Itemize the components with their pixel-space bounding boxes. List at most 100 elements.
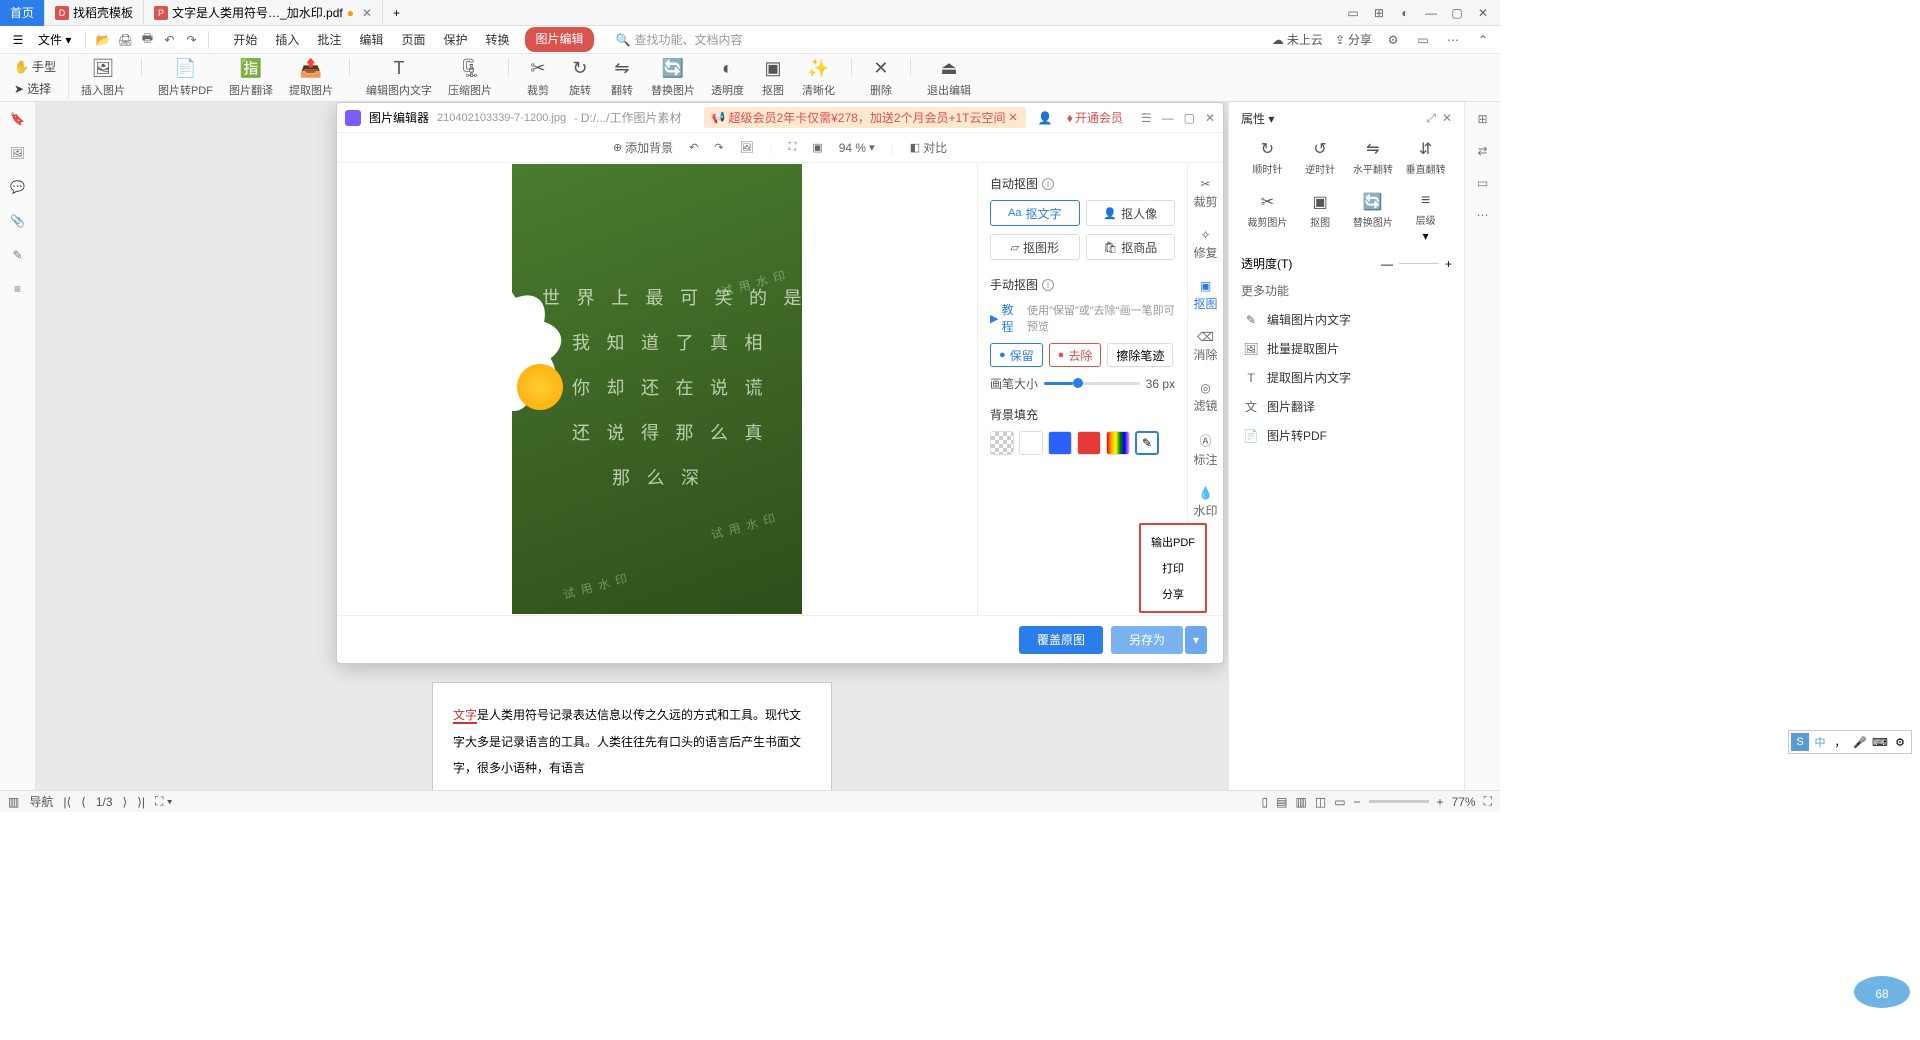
cutout-product-button[interactable]: 🛍 抠商品 [1086, 234, 1176, 260]
zoom-value[interactable]: 77% [1452, 795, 1476, 809]
nav-label[interactable]: 导航 [29, 793, 53, 810]
saveas-dropdown-toggle[interactable]: ▾ [1185, 626, 1207, 654]
close-icon[interactable]: ✕ [1474, 4, 1492, 22]
first-page-button[interactable]: |⟨ [63, 795, 71, 809]
layout-icon[interactable]: ▭ [1344, 4, 1362, 22]
redo-button[interactable]: ↷ [714, 141, 723, 154]
swatch-white[interactable] [1019, 431, 1043, 455]
replace-image-button[interactable]: 🔄替换图片 [1347, 188, 1400, 247]
dd-share[interactable]: 分享 [1141, 581, 1205, 607]
select-tool[interactable]: ➤选择 [10, 78, 60, 99]
flip-v-button[interactable]: ⇵垂直翻转 [1399, 135, 1452, 180]
dd-print[interactable]: 打印 [1141, 555, 1205, 581]
view-single-icon[interactable]: ▯ [1262, 795, 1269, 809]
ribbon-tab-image-edit[interactable]: 图片编辑 [525, 27, 593, 52]
ime-lang[interactable]: 中 [1811, 733, 1829, 751]
zoom-out-button[interactable]: − [1354, 795, 1361, 809]
undo-icon[interactable]: ↶ [160, 31, 178, 49]
file-menu[interactable]: 文件 ▾ [32, 31, 77, 48]
ribbon-tool-0[interactable]: 🖼插入图片 [77, 58, 129, 98]
editor-canvas[interactable]: 世 界 上 最 可 笑 的 是 我 知 道 了 真 相 你 却 还 在 说 谎 … [337, 163, 977, 615]
tab-home[interactable]: 首页 [0, 0, 45, 26]
floating-badge[interactable]: 68 [1852, 972, 1912, 1012]
ribbon-tool-12[interactable]: ✨清晰化 [798, 58, 839, 98]
editor-minimize-icon[interactable]: — [1162, 111, 1174, 125]
cutout-portrait-button[interactable]: 👤 抠人像 [1086, 200, 1176, 226]
bookmark-icon[interactable]: 🔖 [9, 110, 27, 128]
ime-settings-icon[interactable]: ⚙ [1891, 733, 1909, 751]
rotate-ccw-button[interactable]: ↺逆时针 [1294, 135, 1347, 180]
erase-button[interactable]: 擦除笔迹 [1107, 343, 1173, 367]
convert-icon[interactable]: ⇄ [1474, 142, 1492, 160]
save-icon[interactable]: 🖨 [116, 31, 134, 49]
ribbon-tab-page[interactable]: 页面 [399, 27, 427, 52]
ribbon-tool-7[interactable]: ↻旋转 [563, 58, 597, 98]
saveas-button[interactable]: 另存为 [1111, 626, 1183, 654]
view-facing-icon[interactable]: ▥ [1296, 795, 1307, 809]
more-edit-text[interactable]: ✎编辑图片内文字 [1241, 305, 1452, 334]
attachment-icon[interactable]: 📎 [9, 212, 27, 230]
opacity-control[interactable]: 透明度(T) —+ [1241, 255, 1452, 272]
info-icon[interactable]: i [1042, 178, 1054, 190]
layer-button[interactable]: ≡层级 ▾ [1399, 188, 1452, 247]
more-batch-extract[interactable]: 🖼批量提取图片 [1241, 334, 1452, 363]
ribbon-tab-edit[interactable]: 编辑 [357, 27, 385, 52]
pin-icon[interactable]: ⤢ [1426, 111, 1436, 126]
window-icon[interactable]: ▭ [1414, 31, 1432, 49]
zoom-in-button[interactable]: + [1437, 795, 1444, 809]
ribbon-tool-5[interactable]: 🗜压缩图片 [444, 58, 496, 98]
original-button[interactable]: 🖼 [740, 141, 754, 154]
tab-cutout[interactable]: ▣抠图 [1191, 273, 1219, 318]
ribbon-tool-8[interactable]: ⇋翻转 [605, 58, 639, 98]
tab-annotate[interactable]: Ⓐ标注 [1191, 426, 1219, 474]
tab-crop[interactable]: ✂裁剪 [1191, 171, 1219, 216]
more-icon[interactable]: ⋯ [1444, 31, 1462, 49]
sidebar-toggle[interactable]: ▥ [8, 795, 19, 809]
panel-close-icon[interactable]: ✕ [1442, 111, 1452, 126]
box-icon[interactable]: ▭ [1474, 174, 1492, 192]
fit-button[interactable]: ⛶ [789, 141, 797, 154]
thumbnail-icon[interactable]: 🖼 [9, 144, 27, 162]
tutorial-link[interactable]: ▶ 教程 [990, 301, 1021, 335]
fit-toggle[interactable]: ⛶ ▾ [155, 794, 173, 809]
swatch-picker[interactable]: ✎ [1135, 431, 1159, 455]
view-continuous-icon[interactable]: ▤ [1276, 795, 1287, 809]
cutout-text-button[interactable]: Aa 抠文字 [990, 200, 1080, 226]
compare-button[interactable]: ◧ 对比 [910, 139, 947, 156]
ribbon-tool-2[interactable]: 🈯图片翻译 [225, 58, 277, 98]
ime-mic-icon[interactable]: 🎤 [1851, 733, 1869, 751]
tab-document[interactable]: P 文字是人类用符号…_加水印.pdf ● ✕ [144, 0, 383, 26]
tab-watermark[interactable]: 💧水印 [1191, 480, 1219, 525]
share-button[interactable]: ⇪分享 [1335, 31, 1372, 48]
ribbon-tool-11[interactable]: ▣抠图 [756, 58, 790, 98]
editor-maximize-icon[interactable]: ▢ [1184, 111, 1195, 125]
cloud-status[interactable]: ☁未上云 [1272, 31, 1323, 48]
last-page-button[interactable]: ⟩| [137, 795, 145, 809]
signature-icon[interactable]: ✎ [9, 246, 27, 264]
view-book-icon[interactable]: ◫ [1315, 795, 1326, 809]
reading-mode-icon[interactable]: ▭ [1334, 795, 1345, 809]
hamburger-icon[interactable]: ☰ [8, 33, 28, 47]
page-indicator[interactable]: 1/3 [96, 795, 113, 809]
tab-erase[interactable]: ⌫消除 [1191, 324, 1219, 369]
crop-image-button[interactable]: ✂裁剪图片 [1241, 188, 1294, 247]
info-icon[interactable]: i [1042, 279, 1054, 291]
open-icon[interactable]: 📂 [94, 31, 112, 49]
maximize-icon[interactable]: ▢ [1448, 4, 1466, 22]
ribbon-tool-6[interactable]: ✂裁剪 [521, 58, 555, 98]
add-tab-button[interactable]: + [383, 0, 410, 26]
help-icon[interactable]: ⋯ [1474, 206, 1492, 224]
ribbon-tab-insert[interactable]: 插入 [273, 27, 301, 52]
overwrite-button[interactable]: 覆盖原图 [1019, 626, 1103, 654]
flip-h-button[interactable]: ⇋水平翻转 [1347, 135, 1400, 180]
tab-template[interactable]: D 找稻壳模板 [45, 0, 144, 26]
hand-tool[interactable]: ✋手型 [10, 56, 60, 77]
search-box[interactable]: 🔍 查找功能、文档内容 [616, 31, 743, 48]
ribbon-tool-3[interactable]: 📤提取图片 [285, 58, 337, 98]
grid-icon[interactable]: ⊞ [1370, 4, 1388, 22]
prev-page-button[interactable]: ⟨ [81, 795, 86, 809]
undo-button[interactable]: ↶ [689, 141, 698, 154]
more-translate[interactable]: 文图片翻译 [1241, 392, 1452, 421]
print-icon[interactable]: 🖶 [138, 31, 156, 49]
ribbon-tool-9[interactable]: 🔄替换图片 [647, 58, 699, 98]
